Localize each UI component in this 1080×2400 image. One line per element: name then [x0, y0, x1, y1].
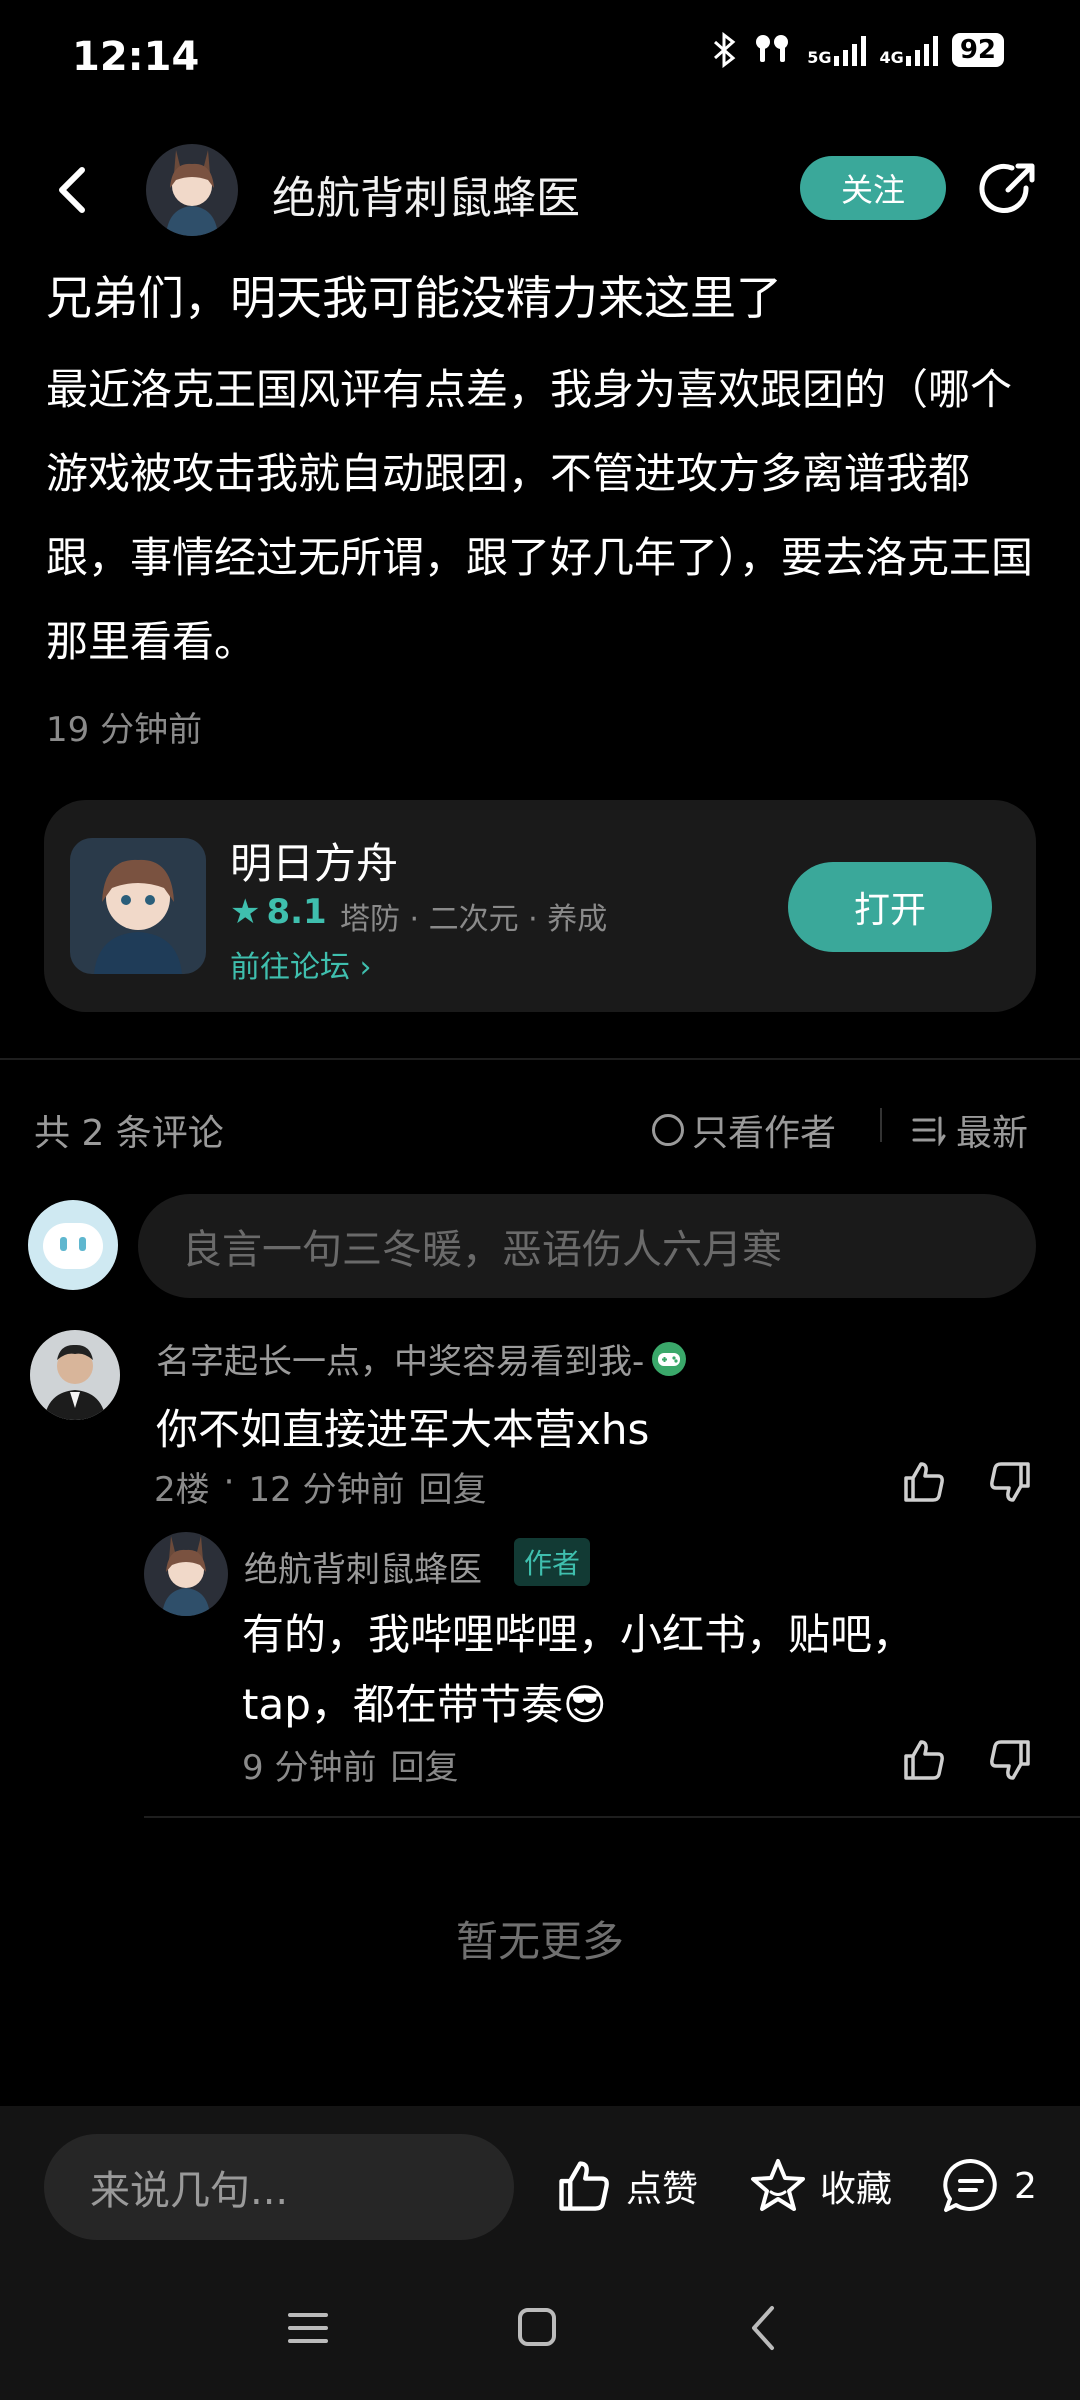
comment-meta: 2楼 · 12 分钟前 回复: [154, 1462, 487, 1511]
thumbs-up-icon[interactable]: [900, 1458, 948, 1506]
only-author-label: 只看作者: [692, 1113, 837, 1154]
author-avatar[interactable]: [146, 144, 238, 236]
reply-author-avatar[interactable]: [144, 1532, 228, 1616]
reply-author-name[interactable]: 绝航背刺鼠蜂医: [244, 1542, 482, 1591]
commenter-avatar[interactable]: [30, 1330, 120, 1420]
reply-button[interactable]: 回复: [419, 1462, 487, 1511]
bluetooth-icon: [711, 32, 739, 68]
follow-button[interactable]: 关注: [800, 156, 946, 220]
divider: [144, 1816, 1080, 1818]
menu-icon[interactable]: [286, 2306, 330, 2350]
network-5g-label: 5G: [807, 48, 832, 67]
separator: [880, 1108, 882, 1142]
home-icon[interactable]: [516, 2306, 558, 2348]
bottom-comment-input[interactable]: 来说几句...: [44, 2134, 514, 2240]
commenter-name-text: 名字起长一点，中奖容易看到我-: [156, 1342, 645, 1382]
favorite-button[interactable]: 收藏: [748, 2156, 892, 2216]
comment-text: 你不如直接进军大本营xhs: [156, 1405, 650, 1454]
back-arrow-icon[interactable]: [52, 160, 92, 220]
only-author-toggle[interactable]: 只看作者: [652, 1104, 836, 1156]
comment-input[interactable]: 良言一句三冬暖，恶语伤人六月寒: [138, 1194, 1036, 1298]
reply-meta: 9 分钟前 回复: [242, 1740, 458, 1789]
game-icon[interactable]: [70, 838, 206, 974]
share-icon[interactable]: [976, 158, 1040, 222]
open-game-button[interactable]: 打开: [788, 862, 992, 952]
comment-floor: 2楼: [154, 1470, 210, 1510]
post-title: 兄弟们，明天我可能没精力来这里了: [46, 271, 782, 325]
reply-time: 9 分钟前: [242, 1748, 377, 1788]
no-more-text: 暂无更多: [455, 1917, 624, 1966]
thumbs-down-icon[interactable]: [986, 1458, 1034, 1506]
network-4g-label: 4G: [879, 48, 904, 67]
commenter-name[interactable]: 名字起长一点，中奖容易看到我-: [156, 1334, 688, 1383]
sort-label: 最新: [956, 1113, 1029, 1154]
divider: [0, 1058, 1080, 1060]
comment-count-badge: 2: [1014, 2165, 1037, 2207]
like-button[interactable]: 点赞: [554, 2156, 698, 2216]
battery-indicator: 92: [951, 33, 1004, 67]
post-time: 19 分钟前: [46, 710, 203, 750]
like-label: 点赞: [626, 2169, 699, 2210]
star-icon: ★: [230, 892, 261, 932]
nav-back-icon[interactable]: [744, 2302, 784, 2354]
game-rating: ★ 8.1: [230, 892, 327, 932]
sort-icon: [912, 1114, 948, 1146]
my-avatar: [28, 1200, 118, 1290]
gamepad-badge-icon: [650, 1340, 688, 1378]
reply-text: 有的，我哔哩哔哩，小红书，贴吧，tap，都在带节奏😎: [242, 1610, 915, 1729]
game-name: 明日方舟: [230, 839, 399, 888]
post-body: 最近洛克王国风评有点差，我身为喜欢跟团的（哪个游戏被攻击我就自动跟团，不管进攻方…: [46, 365, 1034, 666]
comment-count: 共 2 条评论: [34, 1113, 224, 1154]
signal-icon: [833, 34, 866, 66]
game-tags: 塔防 · 二次元 · 养成: [340, 902, 608, 937]
comments-button[interactable]: 2: [940, 2156, 1037, 2216]
thumbs-up-icon: [554, 2156, 614, 2216]
game-rating-value: 8.1: [266, 892, 327, 932]
status-icons: 5G 4G 92: [711, 32, 1004, 68]
comment-time: 12 分钟前: [248, 1470, 405, 1510]
signal-icon: [905, 34, 938, 66]
star-icon: [748, 2156, 808, 2216]
forum-link[interactable]: 前往论坛 ›: [230, 942, 372, 986]
author-name[interactable]: 绝航背刺鼠蜂医: [272, 162, 580, 226]
sort-toggle[interactable]: 最新: [912, 1104, 1028, 1156]
chat-bubble-icon: [940, 2156, 1002, 2216]
favorite-label: 收藏: [820, 2169, 893, 2210]
status-time: 12:14: [72, 34, 200, 80]
earbuds-icon: [753, 32, 793, 68]
reply-button[interactable]: 回复: [390, 1740, 458, 1789]
thumbs-up-icon[interactable]: [900, 1736, 948, 1784]
thumbs-down-icon[interactable]: [986, 1736, 1034, 1784]
author-badge: 作者: [514, 1538, 591, 1586]
radio-circle-icon: [652, 1114, 684, 1146]
